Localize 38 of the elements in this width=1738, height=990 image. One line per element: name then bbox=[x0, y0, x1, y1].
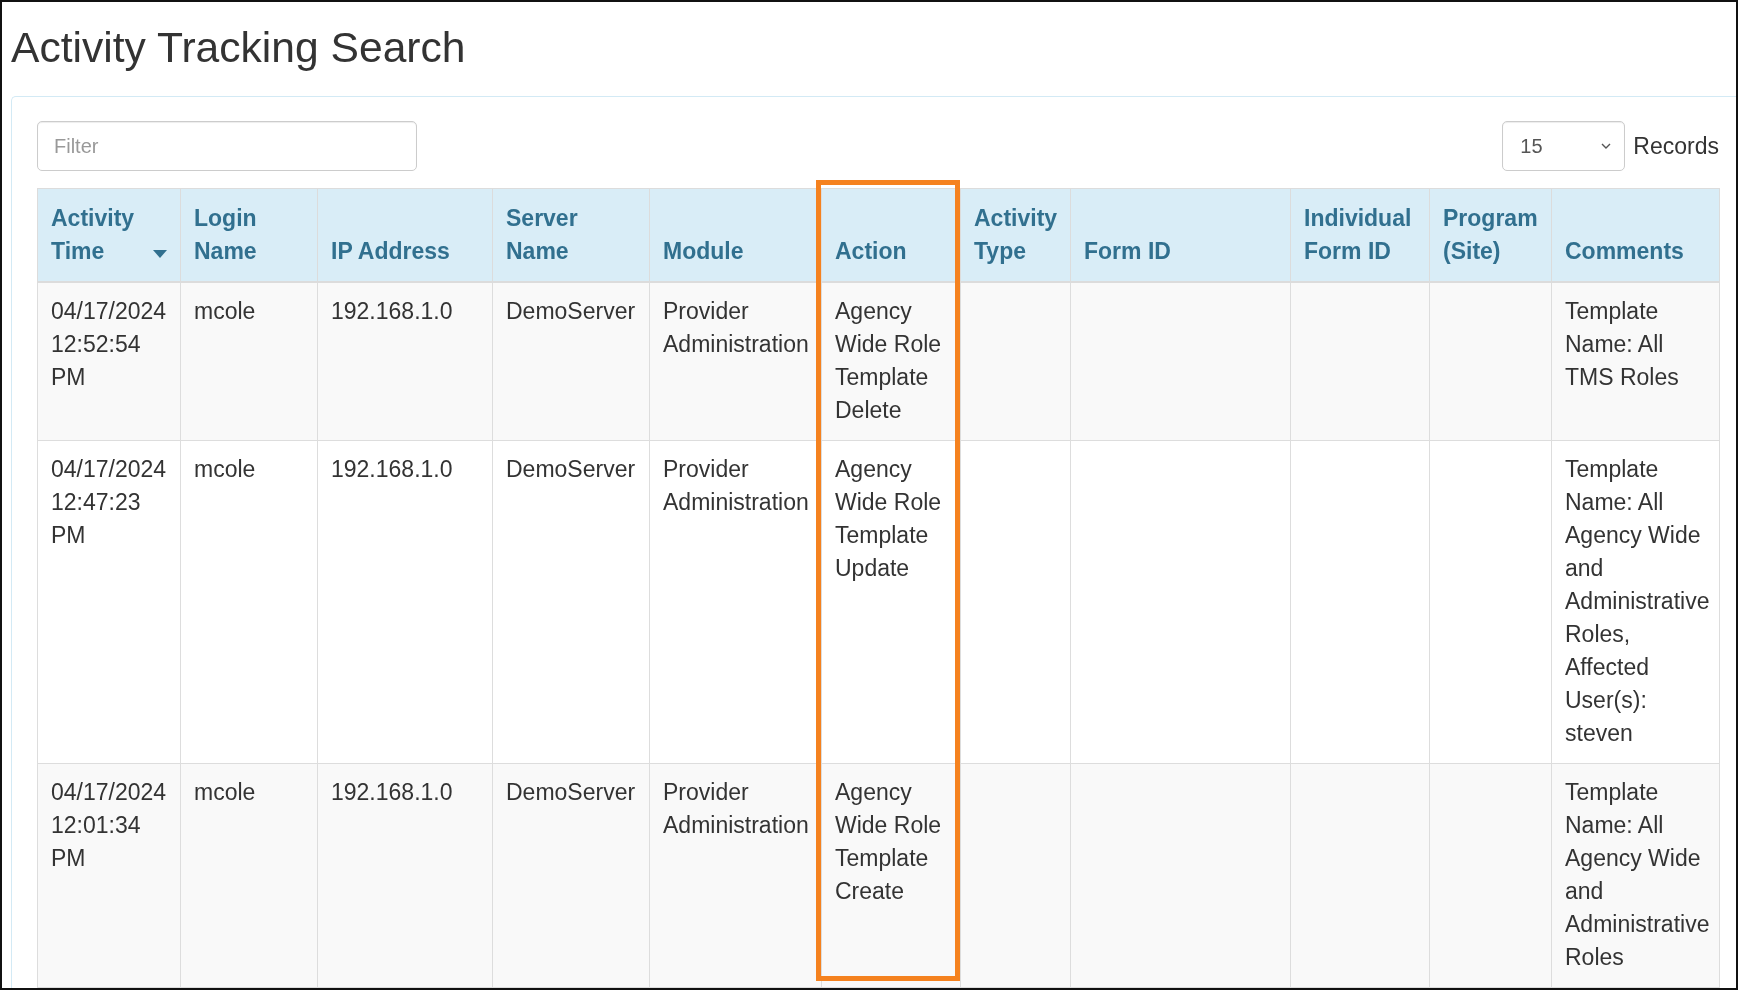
column-header[interactable]: Activity Type bbox=[960, 188, 1071, 282]
table-cell: 192.168.1.0 bbox=[317, 763, 493, 988]
column-header[interactable]: Activity Time bbox=[37, 188, 181, 282]
table-cell: Agency Wide Role Template Create bbox=[821, 763, 961, 988]
column-header[interactable]: Login Name bbox=[180, 188, 318, 282]
column-header[interactable]: Action bbox=[821, 188, 961, 282]
table-cell: Provider Administration bbox=[649, 282, 822, 441]
table-cell: 04/17/2024 12:47:23 PM bbox=[37, 440, 181, 764]
table-cell: mcole bbox=[180, 440, 318, 764]
column-header[interactable]: Server Name bbox=[492, 188, 650, 282]
sort-caret-icon[interactable] bbox=[153, 250, 167, 258]
table-cell: Template Name: All Agency Wide and Administrative Roles, Affected User(s): steven bbox=[1551, 440, 1720, 764]
table-cell: Agency Wide Role Template Delete bbox=[821, 282, 961, 441]
column-header[interactable]: Program (Site) bbox=[1429, 188, 1552, 282]
page-title: Activity Tracking Search bbox=[11, 24, 467, 71]
column-header[interactable]: Comments bbox=[1551, 188, 1720, 282]
table-cell: 04/17/2024 12:01:34 PM bbox=[37, 763, 181, 988]
table-cell: DemoServer bbox=[492, 440, 650, 764]
table-cell: 192.168.1.0 bbox=[317, 282, 493, 441]
table-cell: mcole bbox=[180, 763, 318, 988]
table-cell: Agency Wide Role Template Update bbox=[821, 440, 961, 764]
filter-field[interactable]: Filter bbox=[37, 121, 417, 171]
records-label: Records bbox=[1633, 132, 1719, 160]
column-header[interactable]: IP Address bbox=[317, 188, 493, 282]
table-cell: Template Name: All TMS Roles bbox=[1551, 282, 1720, 441]
column-header[interactable]: Form ID bbox=[1070, 188, 1291, 282]
table-cell: Template Name: All Agency Wide and Administrative Roles bbox=[1551, 763, 1720, 988]
table-cell: 192.168.1.0 bbox=[317, 440, 493, 764]
table-cell: DemoServer bbox=[492, 282, 650, 441]
table-cell: Provider Administration bbox=[649, 440, 822, 764]
column-header[interactable]: Module bbox=[649, 188, 822, 282]
table-cell: mcole bbox=[180, 282, 318, 441]
table-cell: Provider Administration bbox=[649, 763, 822, 988]
table-cell: DemoServer bbox=[492, 763, 650, 988]
records-per-page-dropdown[interactable]: 15 bbox=[1502, 121, 1626, 171]
chevron-down-icon bbox=[1601, 143, 1612, 149]
table-cell: 04/17/2024 12:52:54 PM bbox=[37, 282, 181, 441]
column-header[interactable]: Individual Form ID bbox=[1290, 188, 1430, 282]
